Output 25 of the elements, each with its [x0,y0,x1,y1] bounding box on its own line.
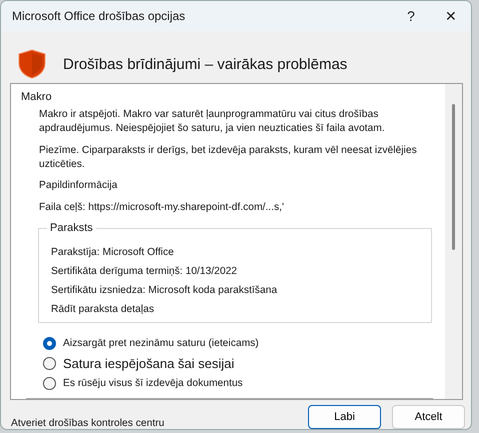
radio-button[interactable] [43,357,56,370]
ok-button[interactable]: Labi [308,404,381,428]
option-label[interactable]: Satura iespējošana šai sesijai [63,356,234,371]
close-button[interactable]: ✕ [431,2,471,30]
option-label[interactable]: Aizsargāt pret nezināmu saturu (ieteicams) [63,338,259,349]
more-info-link[interactable]: Papildinformācija [39,180,118,191]
paragraph: Piezīme. Ciparparaksts ir derīgs, bet izdevēja paraksts, kuram vēl neesat izvēlējies uzticēties. [39,144,418,172]
file-path: Faila ceļš: https://microsoft-my.sharepoint-df.com/...s,' [39,202,284,213]
cancel-button[interactable]: Atcelt [392,404,465,428]
group-label: Paraksts [47,222,96,234]
signature-info: Sertifikāta derīguma termiņš: 10/13/2022 [51,266,238,277]
paragraph: Makro ir atspējoti. Makro var saturēt ļaunprogrammatūru vai citus drošības apdraudējumus. Neiespējojiet šo saturu, ja vien neuzticaties šī faila avotam. [39,108,386,136]
radio-button[interactable] [43,337,56,350]
dialog-heading: Drošības brīdinājumi – vairākas problēmas [63,56,348,72]
option-label[interactable]: Es rūsēju visus šī izdevēja dokumentus [63,378,243,389]
radio-button[interactable] [43,377,56,390]
window-title: Microsoft Office drošības opcijas [12,9,186,23]
help-button[interactable]: ? [391,2,431,30]
signature-details-link[interactable]: Rādīt paraksta detaļas [51,304,431,315]
signature-info: Parakstīja: Microsoft Office [51,247,175,258]
trust-center-link[interactable]: Atveriet drošības kontroles centru [11,404,297,429]
section-title: Makro [21,91,53,103]
shield-icon [18,49,46,79]
scrollbar[interactable] [445,84,462,399]
signature-info: Sertifikātu izsniedza: Microsoft koda parakstīšana [51,285,278,296]
